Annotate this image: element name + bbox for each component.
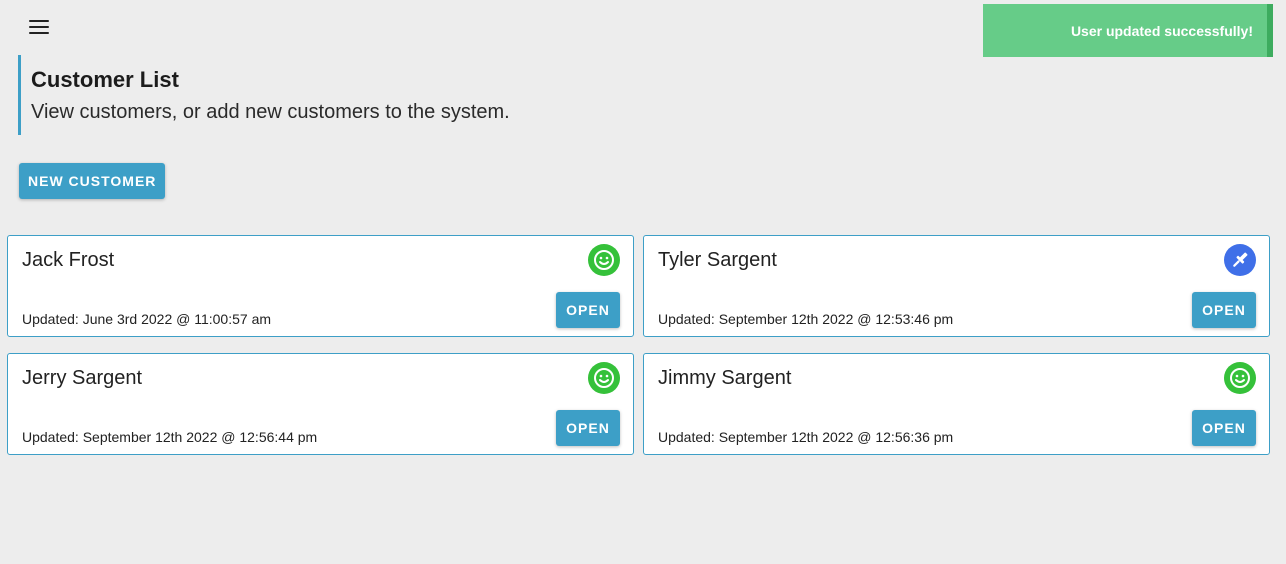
page-subtitle: View customers, or add new customers to …	[31, 101, 510, 123]
success-toast[interactable]: User updated successfully!	[983, 4, 1273, 57]
hamburger-menu-icon[interactable]	[29, 20, 49, 34]
customer-card: Tyler Sargent Updated: September 12th 20…	[643, 235, 1270, 337]
toast-message: User updated successfully!	[1070, 22, 1253, 39]
menu-line	[29, 20, 49, 22]
page-title: Customer List	[31, 67, 179, 92]
open-customer-button[interactable]: OPEN	[1192, 292, 1256, 328]
open-customer-button[interactable]: OPEN	[556, 292, 620, 328]
customer-name: Jerry Sargent	[22, 367, 143, 389]
smiley-icon	[588, 362, 620, 394]
customer-card: Jerry Sargent Updated: September 12th 20…	[7, 353, 634, 455]
customer-updated-timestamp: Updated: September 12th 2022 @ 12:56:44 …	[22, 429, 318, 445]
customer-card: Jimmy Sargent Updated: September 12th 20…	[643, 353, 1270, 455]
open-customer-button[interactable]: OPEN	[1192, 410, 1256, 446]
menu-line	[29, 32, 49, 34]
smiley-icon	[1224, 362, 1256, 394]
customer-name: Tyler Sargent	[658, 249, 777, 271]
tool-icon	[1224, 244, 1256, 276]
customer-card: Jack Frost Updated: June 3rd 2022 @ 11:0…	[7, 235, 634, 337]
open-customer-button[interactable]: OPEN	[556, 410, 620, 446]
new-customer-button[interactable]: NEW CUSTOMER	[19, 163, 166, 199]
smiley-icon	[588, 244, 620, 276]
customer-grid: Jack Frost Updated: June 3rd 2022 @ 11:0…	[7, 235, 1270, 455]
customer-updated-timestamp: Updated: September 12th 2022 @ 12:56:36 …	[658, 429, 954, 445]
customer-name: Jimmy Sargent	[658, 367, 792, 389]
customer-name: Jack Frost	[22, 249, 115, 271]
page-header: Customer List View customers, or add new…	[18, 55, 718, 135]
menu-line	[29, 26, 49, 28]
customer-updated-timestamp: Updated: June 3rd 2022 @ 11:00:57 am	[22, 311, 272, 327]
customer-updated-timestamp: Updated: September 12th 2022 @ 12:53:46 …	[658, 311, 954, 327]
